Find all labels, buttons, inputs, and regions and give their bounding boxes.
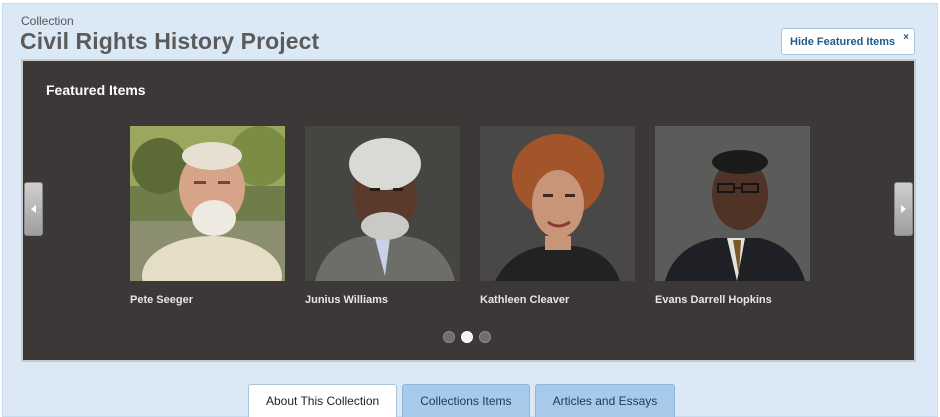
featured-item[interactable]: Kathleen Cleaver — [480, 126, 635, 306]
featured-item[interactable]: Junius Williams — [305, 126, 460, 306]
carousel-next-button[interactable] — [894, 182, 913, 236]
hide-featured-items-button[interactable]: Hide Featured Items × — [781, 28, 915, 55]
item-name[interactable]: Kathleen Cleaver — [480, 294, 635, 306]
featured-items-carousel: Featured Items Pete Seeger Junius Willia… — [21, 59, 916, 362]
tab-articles-and-essays[interactable]: Articles and Essays — [534, 384, 676, 417]
carousel-dot[interactable] — [479, 331, 491, 343]
carousel-heading: Featured Items — [46, 82, 146, 98]
tab-collections-items[interactable]: Collections Items — [402, 384, 530, 417]
item-name[interactable]: Pete Seeger — [130, 294, 285, 306]
collection-eyebrow: Collection — [21, 14, 74, 28]
close-icon[interactable]: × — [903, 32, 909, 43]
tab-about-this-collection[interactable]: About This Collection — [248, 384, 398, 417]
item-name[interactable]: Junius Williams — [305, 294, 460, 306]
carousel-pagination — [443, 331, 491, 343]
carousel-dot-active[interactable] — [461, 331, 473, 343]
portrait-photo[interactable] — [655, 126, 810, 281]
portrait-photo[interactable] — [480, 126, 635, 281]
carousel-dot[interactable] — [443, 331, 455, 343]
page-title: Civil Rights History Project — [20, 28, 320, 54]
portrait-photo[interactable] — [130, 126, 285, 281]
portrait-photo[interactable] — [305, 126, 460, 281]
featured-item[interactable]: Evans Darrell Hopkins — [655, 126, 810, 306]
hide-featured-items-label: Hide Featured Items — [790, 35, 896, 48]
featured-item[interactable]: Pete Seeger — [130, 126, 285, 306]
carousel-prev-button[interactable] — [24, 182, 43, 236]
chevron-right-icon — [901, 205, 906, 213]
item-name[interactable]: Evans Darrell Hopkins — [655, 294, 810, 306]
chevron-left-icon — [31, 205, 36, 213]
collection-tabs: About This Collection Collections Items … — [248, 384, 676, 417]
